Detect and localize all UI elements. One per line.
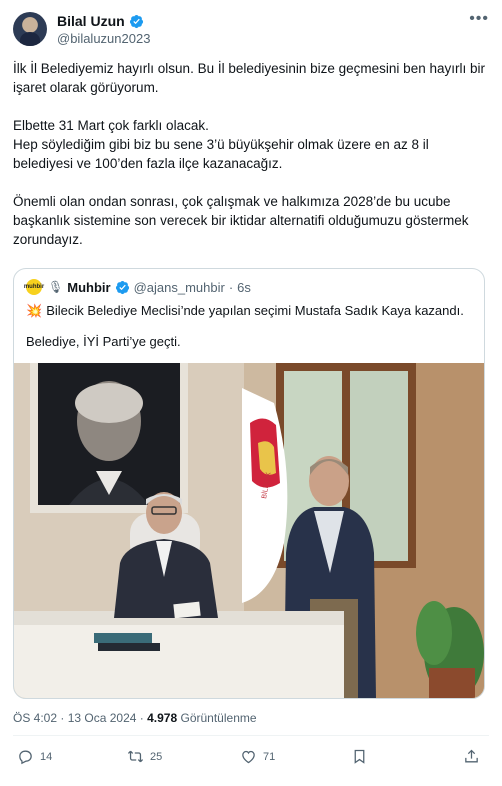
quote-separator: ·: [228, 279, 234, 295]
quote-text-1: Bilecik Belediye Meclisi’nde yapılan seç…: [46, 303, 464, 318]
action-bar: 14 25 71: [13, 748, 489, 772]
author-name[interactable]: Bilal Uzun: [57, 13, 125, 29]
share-button[interactable]: [463, 748, 480, 765]
view-count: 4.978: [147, 711, 178, 725]
meta-separator-2: ·: [139, 711, 144, 725]
like-count: 71: [263, 750, 276, 763]
bookmark-button[interactable]: [351, 748, 368, 765]
bookmark-icon: [354, 749, 365, 764]
more-icon[interactable]: •••: [469, 11, 489, 27]
quote-header: muhbir 🎙 Muhbir @ajans_muhbir · 6s: [24, 279, 251, 295]
repost-button[interactable]: 25: [127, 748, 162, 765]
repost-icon: [127, 750, 144, 763]
verified-badge-icon: [129, 14, 143, 28]
repost-count: 25: [150, 750, 163, 763]
meta-separator: ·: [60, 711, 65, 725]
views-label: Görüntülenme: [180, 711, 257, 725]
microphone-icon: 🎙: [48, 280, 64, 294]
share-icon: [465, 749, 478, 763]
quote-text-2: Belediye, İYİ Parti’ye geçti.: [26, 334, 181, 349]
muhbir-logo-icon: muhbir: [24, 279, 44, 295]
reply-button[interactable]: 14: [17, 748, 52, 765]
tweet-meta: ÖS 4:02 · 13 Oca 2024 · 4.978 Görüntülen…: [13, 711, 257, 725]
tweet-text: İlk İl Belediyemiz hayırlı olsun. Bu İl …: [13, 61, 485, 247]
divider: [13, 735, 489, 736]
tweet-header: Bilal Uzun @bilaluzun2023 •••: [13, 11, 489, 48]
author-name-row: Bilal Uzun: [57, 13, 144, 29]
photo-illustration: BİLECİK: [14, 363, 484, 698]
reply-icon: [19, 750, 32, 765]
verified-badge-icon: [115, 280, 129, 294]
heart-icon: [242, 750, 255, 764]
tweet-time[interactable]: ÖS 4:02: [13, 711, 57, 725]
quote-author-handle[interactable]: @ajans_muhbir: [134, 280, 225, 295]
quote-text-line1: 💥 Bilecik Belediye Meclisi’nde yapılan se…: [26, 302, 474, 320]
author-avatar[interactable]: [13, 12, 47, 46]
quote-time[interactable]: 6s: [237, 280, 251, 295]
author-handle[interactable]: @bilaluzun2023: [57, 31, 150, 46]
tweet-date[interactable]: 13 Oca 2024: [68, 711, 137, 725]
quote-author-name[interactable]: Muhbir: [67, 280, 110, 295]
quote-photo[interactable]: BİLECİK: [14, 363, 484, 698]
collision-icon: 💥: [26, 303, 43, 318]
quoted-tweet[interactable]: muhbir 🎙 Muhbir @ajans_muhbir · 6s 💥 Bile…: [13, 268, 485, 699]
like-button[interactable]: 71: [240, 748, 275, 765]
reply-count: 14: [40, 750, 53, 763]
